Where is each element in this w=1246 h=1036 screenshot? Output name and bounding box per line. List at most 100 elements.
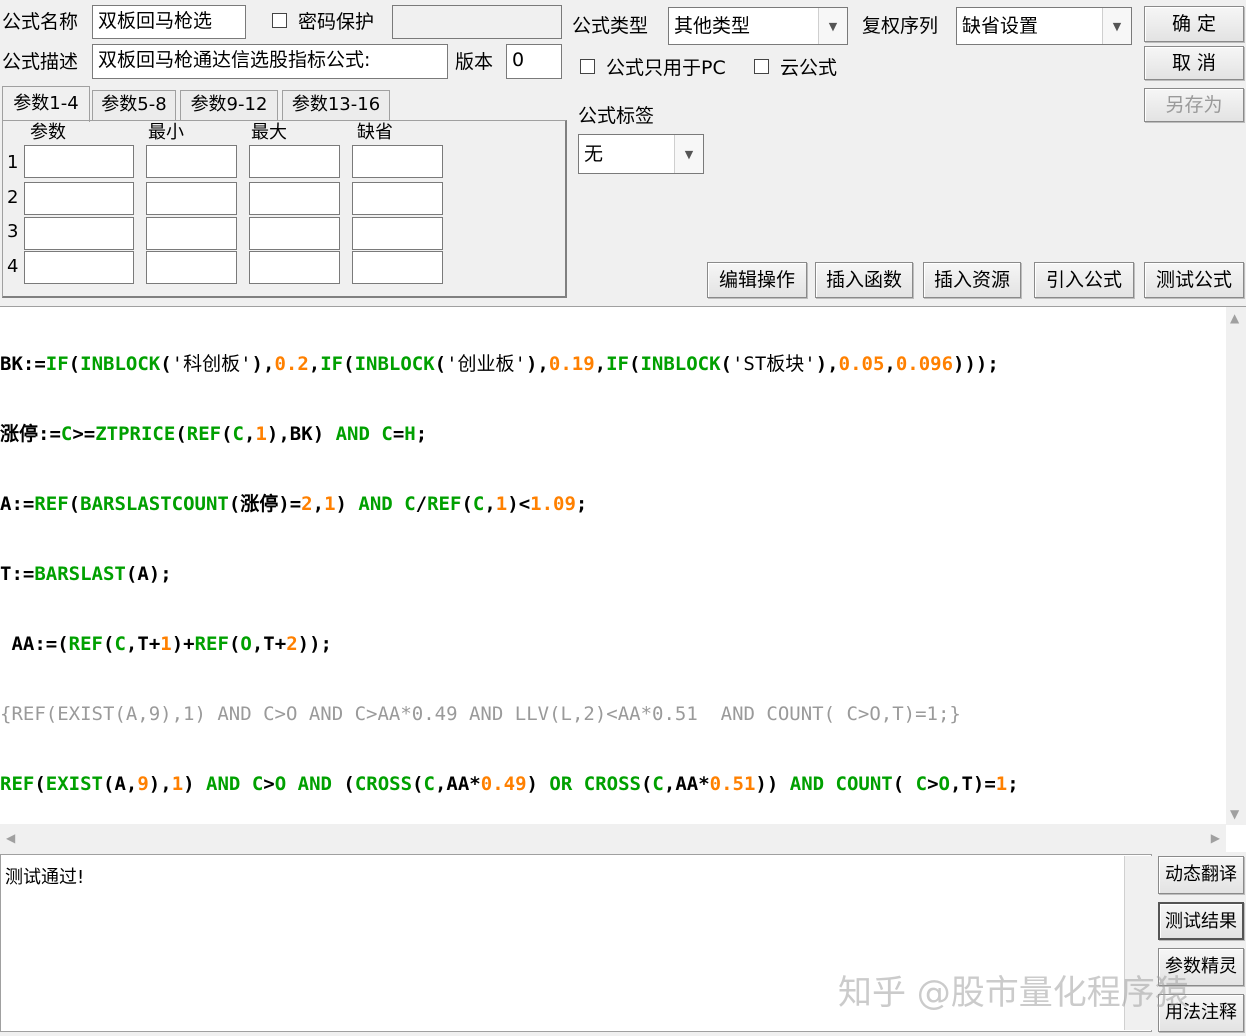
code-number: 0.51 [709,773,756,795]
chevron-down-icon[interactable]: ▼ [1102,8,1131,44]
code-punctuation: ( [331,773,355,795]
usage-notes-button[interactable]: 用法注释 [1158,994,1244,1032]
insert-resource-button[interactable]: 插入资源 [923,262,1021,298]
horizontal-scrollbar[interactable]: ◀ ▶ [0,824,1226,852]
cloud-checkbox[interactable] [754,59,769,74]
param-max-input[interactable] [249,217,340,250]
scroll-down-icon[interactable]: ▼ [1230,807,1239,821]
tab-params-13-16[interactable]: 参数13-16 [282,90,390,120]
tab-params-5-8[interactable]: 参数5-8 [92,90,176,120]
code-keyword: REF [68,633,103,655]
param-default-input[interactable] [352,145,443,178]
code-punctuation: ( [892,773,916,795]
param-max-input[interactable] [249,145,340,178]
code-keyword: REF [427,493,462,515]
insert-function-button[interactable]: 插入函数 [815,262,913,298]
chevron-down-icon[interactable]: ▼ [818,8,847,44]
code-punctuation: 涨停:= [0,423,61,445]
param-name-input[interactable] [24,217,134,250]
param-max-input[interactable] [249,182,340,215]
row-number: 1 [7,152,19,173]
pc-only-checkbox[interactable] [580,59,595,74]
code-punctuation: ) [183,773,207,795]
cancel-button[interactable]: 取 消 [1144,46,1244,80]
code-identifier: BK [0,353,23,375]
save-as-button[interactable]: 另存为 [1144,88,1244,122]
edit-operations-button[interactable]: 编辑操作 [707,262,807,298]
code-identifier: BK [289,423,313,445]
param-default-input[interactable] [352,251,443,284]
code-punctuation: ( [720,353,732,375]
dynamic-translate-button[interactable]: 动态翻译 [1158,856,1244,894]
password-checkbox[interactable] [272,13,287,28]
code-punctuation: ( [434,353,447,375]
code-punctuation: ( [221,423,233,445]
param-name-input[interactable] [24,145,134,178]
test-result-button[interactable]: 测试结果 [1158,902,1244,940]
code-keyword: C [60,423,73,445]
code-identifier: T [263,633,275,655]
param-max-input[interactable] [249,251,340,284]
import-formula-button[interactable]: 引入公式 [1034,262,1134,298]
code-punctuation: + [274,633,287,655]
result-scrollbar[interactable] [1124,856,1153,1030]
formula-tag-select[interactable]: 无 ▼ [578,134,704,174]
scroll-up-icon[interactable]: ▲ [1230,311,1239,325]
param-min-input[interactable] [146,182,237,215]
code-editor[interactable]: BK:=IF(INBLOCK('科创板'),0.2,IF(INBLOCK('创业… [0,306,1246,852]
code-keyword: OR [549,773,573,795]
tab-params-1-4[interactable]: 参数1-4 [2,86,90,122]
code-keyword: COUNT [835,773,893,795]
code-keyword: AND [297,773,332,795]
rights-select[interactable]: 缺省设置 ▼ [956,7,1132,45]
param-name-input[interactable] [24,251,134,284]
code-number: 0.49 [480,773,527,795]
column-header-min: 最小 [148,122,184,143]
code-area[interactable]: BK:=IF(INBLOCK('科创板'),0.2,IF(INBLOCK('创业… [0,307,1226,841]
code-punctuation: / [415,493,428,515]
param-min-input[interactable] [146,217,237,250]
code-number: 0.19 [548,353,595,375]
code-keyword: BARSLASTCOUNT [80,493,229,515]
code-punctuation: ( [68,353,81,375]
code-number: 2 [286,633,298,655]
code-identifier: AA [675,773,699,795]
rights-label: 复权序列 [862,15,939,37]
tab-params-9-12[interactable]: 参数9-12 [180,90,278,120]
ok-button[interactable]: 确 定 [1144,6,1244,42]
param-min-input[interactable] [146,251,237,284]
formula-name-input[interactable]: 双板回马枪选 [92,5,246,39]
code-punctuation [824,773,835,795]
code-line: A:=REF(BARSLASTCOUNT(涨停)=2,1) AND C/REF(… [0,491,1226,517]
scroll-left-icon[interactable]: ◀ [6,831,15,845]
code-line: T:=BARSLAST(A); [0,561,1226,587]
param-default-input[interactable] [352,217,443,250]
cloud-label: 云公式 [780,57,838,79]
code-punctuation: ))); [953,353,999,375]
code-punctuation: * [469,773,481,795]
code-punctuation: > [927,773,939,795]
code-keyword: C [652,773,664,795]
formula-type-select[interactable]: 其他类型 ▼ [668,7,848,45]
test-result-panel[interactable]: 测试通过! [0,854,1152,1032]
password-input[interactable] [392,5,562,39]
code-punctuation [393,493,404,515]
code-punctuation [370,423,381,445]
code-keyword: REF [194,633,229,655]
formula-type-label: 公式类型 [572,15,649,37]
param-name-input[interactable] [24,182,134,215]
chevron-down-icon[interactable]: ▼ [674,135,703,173]
version-input[interactable]: 0 [506,44,562,79]
param-default-input[interactable] [352,182,443,215]
formula-desc-input[interactable]: 双板回马枪通达信选股指标公式: [92,44,448,79]
code-keyword: AND [789,773,825,795]
param-wizard-button[interactable]: 参数精灵 [1158,948,1244,986]
vertical-scrollbar[interactable]: ▲ ▼ [1226,307,1246,825]
code-punctuation: + [148,633,161,655]
rights-value: 缺省设置 [962,15,1039,37]
scroll-right-icon[interactable]: ▶ [1211,831,1220,845]
code-punctuation: ) [335,493,359,515]
code-punctuation: )+ [171,633,195,655]
param-min-input[interactable] [146,145,237,178]
test-formula-button[interactable]: 测试公式 [1144,262,1244,298]
